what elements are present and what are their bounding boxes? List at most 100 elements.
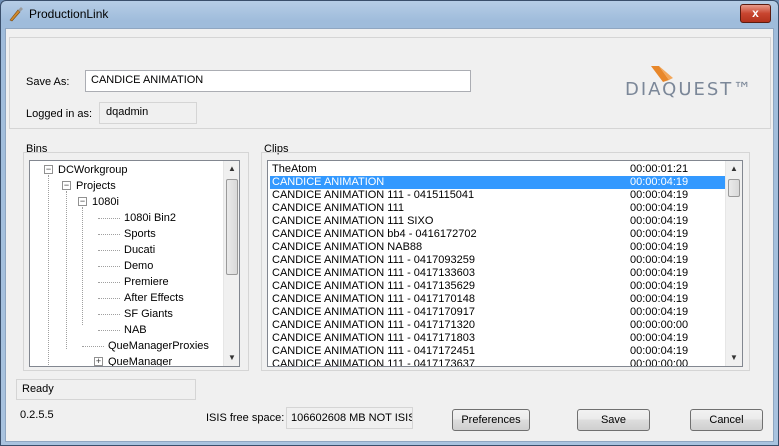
bin-item[interactable]: Demo [124,258,153,274]
tree-connector [98,218,120,219]
clip-duration: 00:00:00:00 [630,319,689,331]
clip-duration: 00:00:04:19 [630,228,689,240]
clip-row[interactable]: CANDICE ANIMATION 111 - 0417173637 00:00:… [270,358,725,367]
clip-duration: 00:00:00:00 [630,358,689,367]
clip-duration: 00:00:04:19 [630,215,689,227]
scroll-down-icon[interactable]: ▼ [726,350,742,366]
clip-name: CANDICE ANIMATION 111 - 0417093259 [272,254,475,266]
clip-duration: 00:00:04:19 [630,267,689,279]
tree-connector [98,282,120,283]
clip-name: CANDICE ANIMATION 111 - 0417135629 [272,280,475,292]
bin-item[interactable]: NAB [124,322,147,338]
clips-scrollbar[interactable]: ▲ ▼ [725,161,742,366]
clip-row[interactable]: CANDICE ANIMATION 111 - 0417170148 00:00:… [270,293,725,306]
tree-connector [98,250,120,251]
close-icon: x [752,6,759,20]
clip-row[interactable]: CANDICE ANIMATION 111 - 0417093259 00:00:… [270,254,725,267]
bins-scroll-thumb[interactable] [226,179,238,275]
clip-row[interactable]: CANDICE ANIMATION 111 - 0417171803 00:00:… [270,332,725,345]
clip-row[interactable]: CANDICE ANIMATION 111 - 0417171320 00:00:… [270,319,725,332]
clip-name: CANDICE ANIMATION 111 - 0417172451 [272,345,475,357]
clip-row[interactable]: CANDICE ANIMATION 111 00:00:04:19 [270,202,725,215]
tree-connector [98,266,120,267]
clip-name: TheAtom [272,163,317,175]
scroll-down-icon[interactable]: ▼ [224,350,239,366]
clip-name: CANDICE ANIMATION 111 SIXO [272,215,434,227]
clip-duration: 00:00:01:21 [630,163,689,175]
clip-row[interactable]: CANDICE ANIMATION 111 - 0417133603 00:00:… [270,267,725,280]
clip-name: CANDICE ANIMATION 111 [272,202,405,214]
clip-row[interactable]: CANDICE ANIMATION NAB88 00:00:04:19 [270,241,725,254]
cancel-button[interactable]: Cancel [690,409,763,431]
bins-scrollbar[interactable]: ▲ ▼ [223,161,239,366]
clip-row[interactable]: TheAtom 00:00:01:21 [270,163,725,176]
preferences-button[interactable]: Preferences [452,409,530,431]
clip-row[interactable]: CANDICE ANIMATION 111 - 0417170917 00:00:… [270,306,725,319]
window-title: ProductionLink [29,7,109,21]
window: ProductionLink x Save As: CANDICE ANIMAT… [0,0,779,446]
tree-connector [82,346,104,347]
expand-icon[interactable]: + [94,357,103,366]
bin-item[interactable]: After Effects [124,290,184,306]
bin-item[interactable]: QueManager [108,354,172,366]
clip-duration: 00:00:04:19 [630,345,689,357]
bin-item[interactable]: 1080i [92,194,119,210]
clip-row[interactable]: CANDICE ANIMATION bb4 - 0416172702 00:00:… [270,228,725,241]
scroll-up-icon[interactable]: ▲ [224,161,239,177]
clip-row[interactable]: CANDICE ANIMATION 111 SIXO 00:00:04:19 [270,215,725,228]
status-bar: Ready [16,379,196,400]
clip-row[interactable]: CANDICE ANIMATION 111 - 0415115041 00:00:… [270,189,725,202]
bins-tree[interactable]: DCWorkgroup − Projects −1080i −1080i Bin2 Spo… [29,160,240,367]
version-label: 0.2.5.5 [20,409,54,421]
clips-list[interactable]: TheAtom 00:00:01:21 CANDICE ANIMATION 00:00… [267,160,743,367]
clips-scroll-thumb[interactable] [728,179,740,197]
scroll-up-icon[interactable]: ▲ [726,161,742,177]
clip-name: CANDICE ANIMATION NAB88 [272,241,423,253]
logged-in-user: dqadmin [99,102,197,124]
save-button[interactable]: Save [577,409,650,431]
collapse-icon[interactable]: − [78,197,87,206]
collapse-icon[interactable]: − [44,165,53,174]
clip-duration: 00:00:04:19 [630,241,689,253]
isis-free-space-label: ISIS free space: [206,412,285,424]
clip-duration: 00:00:04:19 [630,306,689,318]
clip-duration: 00:00:04:19 [630,332,689,344]
clip-name: CANDICE ANIMATION 111 - 0417170917 [272,306,475,318]
clip-name: CANDICE ANIMATION 111 - 0415115041 [272,189,475,201]
clip-row[interactable]: CANDICE ANIMATION 111 - 0417172451 00:00:… [270,345,725,358]
save-as-input[interactable]: CANDICE ANIMATION [85,70,471,92]
clip-name: CANDICE ANIMATION [272,176,385,188]
app-icon [9,7,23,22]
clip-duration: 00:00:04:19 [630,293,689,305]
clip-row[interactable]: CANDICE ANIMATION 00:00:04:19 [270,176,725,189]
isis-free-space-value: 106602608 MB NOT ISIS [286,407,413,429]
collapse-icon[interactable]: − [62,181,71,190]
save-as-label: Save As: [26,76,70,88]
bin-item[interactable]: Sports [124,226,156,242]
clip-duration: 00:00:04:19 [630,176,689,188]
bin-item[interactable]: DCWorkgroup [58,162,128,178]
bin-item[interactable]: 1080i Bin2 [124,210,176,226]
clip-duration: 00:00:04:19 [630,254,689,266]
tree-connector [98,314,120,315]
tree-guide [66,191,67,349]
tree-connector [98,298,120,299]
bin-item[interactable]: Ducati [124,242,155,258]
bin-item[interactable]: SF Giants [124,306,173,322]
title-bar[interactable]: ProductionLink x [1,1,778,28]
tree-connector [98,234,120,235]
close-button[interactable]: x [740,4,771,23]
clip-name: CANDICE ANIMATION 111 - 0417171320 [272,319,475,331]
tree-guide [48,175,49,365]
clip-row[interactable]: CANDICE ANIMATION 111 - 0417135629 00:00:… [270,280,725,293]
clip-name: CANDICE ANIMATION 111 - 0417170148 [272,293,475,305]
tree-connector [98,330,120,331]
bin-item[interactable]: Projects [76,178,116,194]
clip-name: CANDICE ANIMATION 111 - 0417133603 [272,267,475,279]
bin-item[interactable]: Premiere [124,274,169,290]
clip-name: CANDICE ANIMATION 111 - 0417171803 [272,332,475,344]
bin-item[interactable]: QueManagerProxies [108,338,209,354]
logo-text: DIAQUEST™ [625,79,754,100]
clip-name: CANDICE ANIMATION bb4 - 0416172702 [272,228,477,240]
dialog-body: Save As: CANDICE ANIMATION Logged in as:… [5,28,774,442]
